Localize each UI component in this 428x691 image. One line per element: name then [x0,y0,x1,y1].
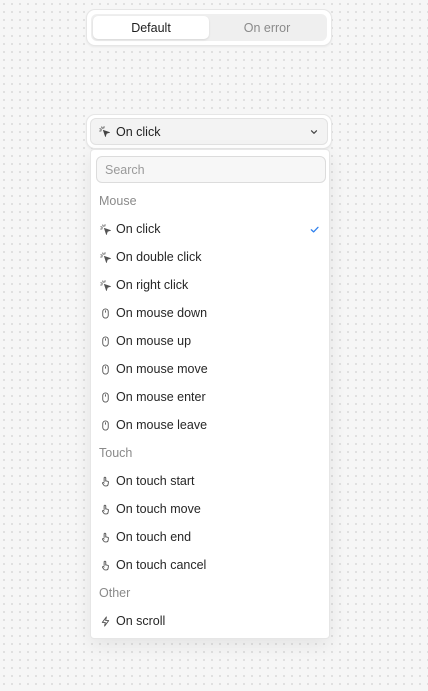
touch-icon [100,532,111,543]
event-select-wrapper: On click [86,114,332,149]
click-icon [100,251,111,263]
mouse-icon [100,307,111,319]
group-label-other: Other [99,586,131,600]
option-label: On scroll [116,614,166,628]
segmented-track: Default On error [91,14,327,41]
search-input[interactable] [96,156,326,183]
option-on-mouse-move[interactable]: On mouse move [91,355,329,383]
option-on-mouse-up[interactable]: On mouse up [91,327,329,355]
option-label: On mouse down [116,306,208,320]
click-icon [100,223,111,235]
option-on-mouse-enter[interactable]: On mouse enter [91,383,329,411]
option-label: On right click [116,278,189,292]
default-tab[interactable]: Default [93,16,209,39]
group-label-mouse: Mouse [99,194,137,208]
option-label: On mouse enter [116,390,206,404]
option-label: On touch move [116,502,201,516]
on-error-tab[interactable]: On error [209,16,325,39]
option-on-right-click[interactable]: On right click [91,271,329,299]
event-select-label: On click [116,124,161,139]
chevron-down-icon [309,127,319,137]
option-on-scroll[interactable]: On scroll [91,607,329,635]
option-on-click[interactable]: On click [91,215,329,243]
touch-icon [100,560,111,571]
trigger-mode-toggle: Default On error [86,9,332,46]
option-label: On touch cancel [116,558,207,572]
option-on-double-click[interactable]: On double click [91,243,329,271]
touch-icon [100,504,111,515]
touch-icon [100,476,111,487]
option-label: On double click [116,250,202,264]
event-select[interactable]: On click [90,118,328,145]
option-on-touch-move[interactable]: On touch move [91,495,329,523]
mouse-icon [100,335,111,347]
lightning-icon [100,615,111,627]
option-on-mouse-down[interactable]: On mouse down [91,299,329,327]
mouse-icon [100,363,111,375]
option-label: On mouse leave [116,418,208,432]
mouse-icon [100,419,111,431]
mouse-icon [100,391,111,403]
option-on-touch-cancel[interactable]: On touch cancel [91,551,329,579]
click-icon [99,126,110,137]
click-icon [100,279,111,291]
option-label: On mouse move [116,362,208,376]
option-label: On touch end [116,530,192,544]
option-label: On touch start [116,474,195,488]
option-label: On click [116,222,161,236]
event-dropdown: Mouse On click On double click On right … [90,149,330,639]
option-on-mouse-leave[interactable]: On mouse leave [91,411,329,439]
check-icon [309,224,329,235]
group-label-touch: Touch [99,446,133,460]
option-label: On mouse up [116,334,192,348]
option-on-touch-start[interactable]: On touch start [91,467,329,495]
option-on-touch-end[interactable]: On touch end [91,523,329,551]
